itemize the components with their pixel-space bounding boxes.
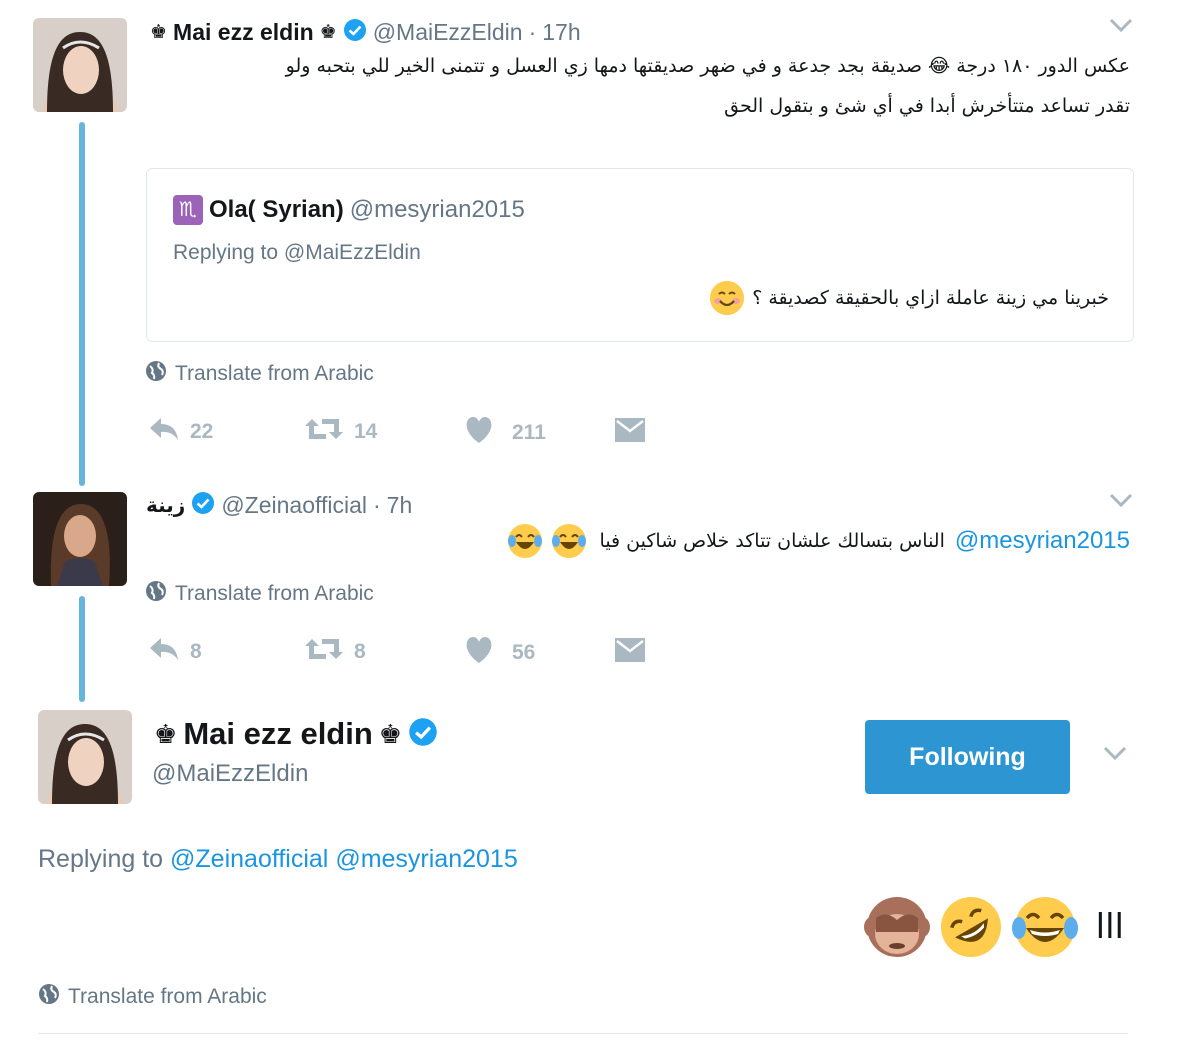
quote-replying: Replying to @MaiEzzEldin [173, 241, 421, 265]
thread-line [79, 596, 85, 702]
tears-of-joy-emoji [551, 524, 586, 558]
crown-icon: ♚ [150, 21, 168, 43]
chevron-down-icon[interactable] [1108, 16, 1134, 39]
avatar-mai[interactable] [38, 710, 132, 804]
like-action[interactable]: 56 [464, 636, 535, 670]
scorpio-icon: ♏ [173, 195, 203, 225]
main-tweet-text-row: ااا [863, 894, 1124, 960]
like-count: 211 [512, 421, 546, 444]
chevron-down-icon[interactable] [1108, 491, 1134, 514]
main-tweet-header: ♚ Mai ezz eldin ♚ [154, 714, 438, 754]
translate-link[interactable]: Translate from Arabic [38, 983, 267, 1011]
verified-badge-icon [191, 491, 215, 520]
author-handle[interactable]: @MaiEzzEldin [152, 760, 308, 788]
heart-icon [464, 636, 494, 670]
direct-message-icon [614, 416, 646, 450]
crown-icon: ♚ [319, 21, 337, 43]
quoted-tweet[interactable]: ♏ Ola( Syrian) @mesyrian2015 Replying to… [146, 168, 1134, 342]
like-count: 56 [512, 641, 536, 664]
mention-link[interactable]: @mesyrian2015 [955, 527, 1130, 555]
author-handle[interactable]: @MaiEzzEldin [373, 19, 523, 46]
tweet-actions: 22 14 211 [148, 414, 668, 448]
see-no-evil-monkey-emoji [863, 894, 930, 960]
reply-icon [148, 636, 180, 668]
replying-mention[interactable]: @mesyrian2015 [335, 845, 517, 873]
replying-mention[interactable]: @MaiEzzEldin [284, 241, 421, 264]
reply-count: 22 [190, 420, 214, 443]
reply-action[interactable]: 8 [148, 636, 202, 668]
tears-of-joy-emoji [1011, 894, 1078, 960]
reply-action[interactable]: 22 [148, 416, 213, 448]
quote-text: خبرينا مي زينة عاملة ازاي بالحقيقة كصديق… [752, 287, 1109, 309]
tweet-text-line2: تقدر تساعد متتأخرش أبدا في أي شئ و بتقول… [724, 95, 1130, 117]
quote-text-row: خبرينا مي زينة عاملة ازاي بالحقيقة كصديق… [710, 281, 1109, 315]
author-handle[interactable]: @Zeinaofficial [221, 492, 367, 519]
tweet-time[interactable]: 17h [542, 19, 580, 46]
retweet-count: 14 [354, 420, 378, 443]
tweet-header: ♚ Mai ezz eldin ♚ @MaiEzzEldin · 17h [150, 16, 581, 48]
chevron-down-icon[interactable] [1102, 744, 1128, 767]
globe-icon [145, 580, 167, 608]
replying-label: Replying to [38, 845, 171, 873]
tweet-text-line1: عكس الدور ١٨٠ درجة 😂 صديقة بجد جدعة و في… [285, 55, 1130, 77]
retweet-icon [304, 636, 344, 668]
tweet-actions: 8 8 56 [148, 634, 668, 668]
tweet-text: الناس بتسالك علشان تتاكد خلاص شاكين فيا [599, 530, 945, 552]
tweet-time[interactable]: 7h [387, 492, 413, 519]
bottom-divider [38, 1033, 1128, 1034]
author-name[interactable]: Mai ezz eldin [173, 19, 314, 46]
retweet-icon [304, 416, 344, 448]
translate-link[interactable]: Translate from Arabic [145, 580, 374, 608]
translate-label[interactable]: Translate from Arabic [175, 362, 374, 386]
direct-message-icon [614, 636, 646, 670]
message-action[interactable] [614, 416, 646, 450]
retweet-action[interactable]: 8 [304, 636, 366, 668]
like-action[interactable]: 211 [464, 416, 546, 450]
reply-count: 8 [190, 640, 202, 663]
heart-icon [464, 416, 494, 450]
avatar-zeina[interactable] [33, 492, 127, 586]
translate-link[interactable]: Translate from Arabic [145, 360, 374, 388]
quote-header: ♏ Ola( Syrian) @mesyrian2015 [173, 195, 525, 225]
crown-icon: ♚ [378, 718, 403, 749]
author-name[interactable]: زينة [146, 493, 185, 517]
separator-dot: · [373, 491, 381, 518]
retweet-action[interactable]: 14 [304, 416, 377, 448]
quote-author-name[interactable]: Ola( Syrian) [209, 196, 344, 224]
reply-icon [148, 416, 180, 448]
tears-of-joy-emoji [507, 524, 542, 558]
main-replying: Replying to @Zeinaofficial @mesyrian2015 [38, 845, 518, 874]
globe-icon [38, 983, 60, 1011]
crown-icon: ♚ [154, 718, 178, 749]
tweet-header: زينة @Zeinaofficial · 7h [146, 489, 412, 521]
author-name[interactable]: Mai ezz eldin [183, 716, 372, 752]
translate-label[interactable]: Translate from Arabic [175, 582, 374, 606]
message-action[interactable] [614, 636, 646, 670]
tweet-text-row: الناس بتسالك علشان تتاكد خلاص شاكين فيا … [507, 524, 1130, 558]
globe-icon [145, 360, 167, 388]
rolling-laughing-emoji [938, 894, 1004, 960]
replying-mention[interactable]: @Zeinaofficial [170, 845, 328, 873]
verified-badge-icon [408, 717, 438, 752]
following-button[interactable]: Following [865, 720, 1070, 794]
replying-label: Replying to [173, 241, 284, 264]
verified-badge-icon [343, 18, 367, 47]
avatar-mai[interactable] [33, 18, 127, 112]
smiling-emoji [710, 281, 745, 315]
retweet-count: 8 [354, 640, 366, 663]
main-tweet-text: ااا [1095, 907, 1124, 947]
separator-dot: · [528, 18, 537, 45]
thread-line [79, 122, 85, 486]
quote-author-handle[interactable]: @mesyrian2015 [350, 196, 525, 224]
translate-label[interactable]: Translate from Arabic [68, 985, 267, 1009]
